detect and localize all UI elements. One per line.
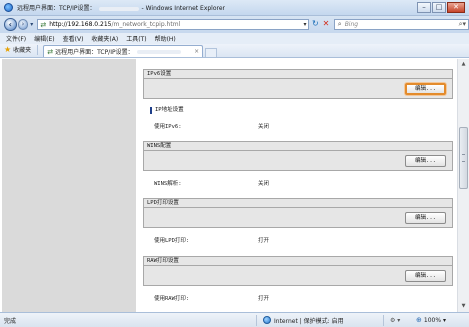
search-placeholder: Bing [344, 21, 359, 28]
address-bar[interactable]: ⇄ http://192.168.0.215/m_network_tcpip.h… [37, 19, 310, 30]
window-title-prefix: 远程用户界面：TCP/IP设置： [17, 5, 96, 12]
navigation-bar: ‹ › ▾ ⇄ http://192.168.0.215/m_network_t… [0, 16, 469, 33]
gear-icon: ⚙ ▾ [390, 316, 401, 324]
scroll-up-icon[interactable]: ▲ [460, 61, 467, 68]
zoom-dropdown-icon[interactable]: ▾ [443, 317, 446, 324]
use-raw-value: 打开 [258, 296, 270, 302]
menu-favorites[interactable]: 收藏夹(A) [91, 34, 118, 43]
page-icon: ⇄ [40, 20, 47, 29]
use-ipv6-label: 使用IPv6: [154, 124, 182, 130]
wins-section-header: WINS配置 [143, 141, 453, 151]
menu-file[interactable]: 文件(F) [6, 34, 26, 43]
vertical-scrollbar[interactable]: ▲ ▼ [457, 59, 469, 312]
status-text: 完成 [4, 317, 17, 325]
search-input[interactable]: ⌕ Bing ⌕▾ [333, 19, 469, 30]
lpd-section-bar: 编辑... [143, 208, 453, 228]
address-dropdown-icon[interactable]: ▾ [303, 21, 306, 28]
redacted-block [136, 49, 181, 54]
ip-address-settings-heading: IP地址设置 [150, 107, 184, 114]
wins-resolution-value: 关闭 [258, 181, 270, 187]
lpd-edit-button[interactable]: 编辑... [405, 212, 446, 224]
raw-edit-button[interactable]: 编辑... [405, 270, 446, 282]
tab-title: 远程用户界面：TCP/IP设置： [55, 49, 134, 56]
menu-tools[interactable]: 工具(T) [126, 34, 146, 43]
ipv6-section-header: IPv6设置 [143, 69, 453, 79]
scrollbar-thumb[interactable] [459, 127, 468, 189]
zone-text: Internet | 保护模式: 启用 [274, 317, 344, 325]
zoom-control[interactable]: ⊕ 100% ▾ [416, 316, 446, 324]
use-lpd-label: 使用LPD打印: [154, 238, 190, 244]
title-bar: 远程用户界面：TCP/IP设置： - Windows Internet Explo… [0, 0, 469, 16]
tab-tcpip-settings[interactable]: ⇄ 远程用户界面：TCP/IP设置： × [43, 45, 204, 57]
ipv6-section-bar: 编辑... [143, 79, 453, 99]
close-window-button[interactable]: ✕ [447, 2, 465, 13]
ipv6-edit-button[interactable]: 编辑... [405, 83, 446, 95]
use-ipv6-value: 关闭 [258, 124, 270, 130]
url-host: http://192.168.0.215 [49, 21, 112, 28]
window-title: 远程用户界面：TCP/IP设置： - Windows Internet Explo… [17, 3, 225, 12]
recent-pages-dropdown-icon[interactable]: ▾ [30, 21, 33, 28]
lpd-section-header: LPD打印设置 [143, 198, 453, 208]
grip-icon [462, 154, 465, 162]
ie-logo-icon [4, 3, 13, 12]
raw-section-header: RAW打印设置 [143, 256, 453, 266]
page-content: IPv6设置 编辑... IP地址设置 使用IPv6: 关闭 WINS配置 编辑… [0, 59, 469, 312]
scroll-down-icon[interactable]: ▼ [460, 303, 467, 310]
divider [383, 314, 384, 326]
close-tab-icon[interactable]: × [194, 48, 199, 55]
menu-edit[interactable]: 编辑(E) [34, 34, 54, 43]
forward-button[interactable]: › [17, 19, 29, 30]
window-title-suffix: - Windows Internet Explorer [141, 5, 226, 12]
search-icon: ⌕ [337, 20, 342, 28]
maximize-button[interactable]: □ [432, 2, 446, 13]
protection-settings-button[interactable]: ⚙ ▾ [390, 317, 410, 324]
new-tab-button[interactable] [205, 48, 218, 57]
menu-bar: 文件(F) 编辑(E) 查看(V) 收藏夹(A) 工具(T) 帮助(H) [0, 33, 469, 44]
use-raw-label: 使用RAW打印: [154, 296, 190, 302]
status-bar: 完成 Internet | 保护模式: 启用 ⚙ ▾ ⊕ 100% ▾ [0, 312, 469, 327]
refresh-button[interactable]: ↻ [310, 19, 320, 30]
wins-section-bar: 编辑... [143, 151, 453, 171]
menu-view[interactable]: 查看(V) [63, 34, 84, 43]
zoom-level: 100% [423, 316, 442, 324]
settings-main-pane: IPv6设置 编辑... IP地址设置 使用IPv6: 关闭 WINS配置 编辑… [137, 59, 455, 312]
search-go-button[interactable]: ⌕▾ [459, 20, 466, 29]
raw-section-bar: 编辑... [143, 266, 453, 286]
url-path: /m_network_tcpip.html [111, 21, 181, 28]
redacted-block [98, 6, 139, 11]
zoom-icon: ⊕ [416, 316, 422, 324]
favorites-tab-bar: ★ 收藏夹 ⇄ 远程用户界面：TCP/IP设置： × [0, 44, 469, 58]
star-icon: ★ [4, 45, 12, 54]
favorites-label: 收藏夹 [13, 47, 32, 54]
divider [37, 45, 39, 55]
favorites-button[interactable]: ★ 收藏夹 [4, 45, 31, 54]
tab-page-icon: ⇄ [47, 47, 54, 56]
use-lpd-value: 打开 [258, 238, 270, 244]
wins-edit-button[interactable]: 编辑... [405, 155, 446, 167]
window-controls: – □ ✕ [416, 2, 465, 13]
wins-resolution-label: WINS解析: [154, 181, 182, 187]
divider [256, 314, 257, 326]
left-navigation-pane [2, 59, 136, 312]
menu-help[interactable]: 帮助(H) [155, 34, 176, 43]
security-zone[interactable]: Internet | 保护模式: 启用 [263, 316, 383, 325]
back-button[interactable]: ‹ [4, 18, 17, 31]
globe-icon [263, 316, 271, 324]
minimize-button[interactable]: – [417, 2, 431, 13]
stop-button[interactable]: ✕ [321, 19, 331, 30]
